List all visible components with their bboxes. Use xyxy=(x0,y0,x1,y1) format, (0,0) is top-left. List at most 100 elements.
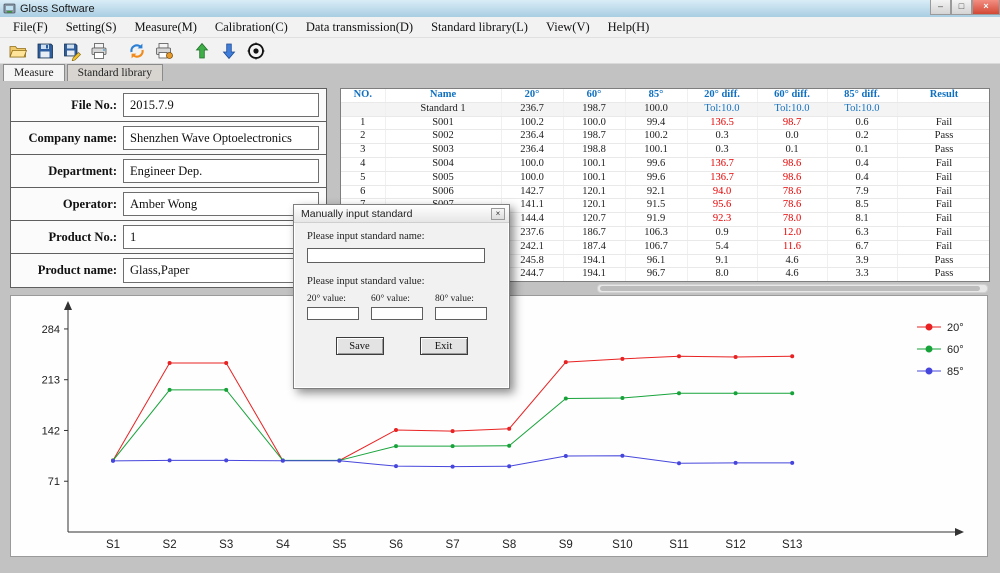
table-cell: 7.9 xyxy=(827,185,897,199)
tab-measure[interactable]: Measure xyxy=(3,64,65,81)
table-cell: 120.1 xyxy=(563,199,625,213)
table-row[interactable]: 6S006142.7120.192.194.078.67.9Fail xyxy=(341,185,990,199)
table-cell: 100.0 xyxy=(501,157,563,171)
table-cell: 78.6 xyxy=(757,199,827,213)
table-cell: 3.3 xyxy=(827,268,897,282)
form-value-field[interactable]: 2015.7.9 xyxy=(123,93,319,117)
menu-item-help[interactable]: Help(H) xyxy=(599,17,659,37)
tab-bar: MeasureStandard library xyxy=(0,64,1000,81)
standard-value-field-group: 60° value: xyxy=(371,294,423,320)
table-cell: 92.1 xyxy=(625,185,687,199)
form-field-label: Operator: xyxy=(11,188,123,220)
form-value-field[interactable]: Engineer Dep. xyxy=(123,159,319,183)
download-button[interactable] xyxy=(218,40,240,62)
menu-item-measure[interactable]: Measure(M) xyxy=(125,17,205,37)
open-file-button[interactable] xyxy=(7,40,29,62)
table-cell: 100.1 xyxy=(563,157,625,171)
table-cell: 96.1 xyxy=(625,254,687,268)
menu-bar: File(F)Setting(S)Measure(M)Calibration(C… xyxy=(0,17,1000,38)
table-cell: 100.2 xyxy=(501,116,563,130)
table-row[interactable]: 5S005100.0100.199.6136.798.60.4Fail xyxy=(341,171,990,185)
form-field-label: Product No.: xyxy=(11,221,123,253)
menu-item-file[interactable]: File(F) xyxy=(4,17,57,37)
table-row[interactable]: 4S004100.0100.199.6136.798.60.4Fail xyxy=(341,157,990,171)
table-cell: 4 xyxy=(341,157,385,171)
table-row[interactable]: 1S001100.2100.099.4136.598.70.6Fail xyxy=(341,116,990,130)
svg-text:213: 213 xyxy=(42,375,60,387)
close-button[interactable]: × xyxy=(972,0,1000,15)
table-row[interactable]: 3S003236.4198.8100.10.30.10.1Pass xyxy=(341,144,990,158)
table-cell: 120.1 xyxy=(563,185,625,199)
column-header: 85° xyxy=(625,89,687,102)
table-cell: 2 xyxy=(341,130,385,144)
table-cell: 4.6 xyxy=(757,268,827,282)
tab-standard-library[interactable]: Standard library xyxy=(67,64,163,81)
maximize-button[interactable]: □ xyxy=(951,0,972,15)
measure-info-panel: File No.:2015.7.9Company name:Shenzhen W… xyxy=(10,88,327,288)
menu-item-view[interactable]: View(V) xyxy=(537,17,599,37)
dialog-title-bar[interactable]: Manually input standard × xyxy=(294,205,509,223)
table-cell: Fail xyxy=(897,171,990,185)
table-cell: 0.0 xyxy=(757,130,827,144)
table-cell: 194.1 xyxy=(563,254,625,268)
table-cell: S004 xyxy=(385,157,501,171)
table-cell: 5.4 xyxy=(687,240,757,254)
standard-name-input[interactable] xyxy=(307,248,485,263)
table-cell: 187.4 xyxy=(563,240,625,254)
save-button[interactable] xyxy=(34,40,56,62)
table-cell: 141.1 xyxy=(501,199,563,213)
svg-text:S4: S4 xyxy=(276,539,291,551)
table-cell: 6 xyxy=(341,185,385,199)
exit-button[interactable]: Exit xyxy=(420,337,468,355)
menu-item-calibration[interactable]: Calibration(C) xyxy=(206,17,297,37)
table-cell: 245.8 xyxy=(501,254,563,268)
table-cell: 99.6 xyxy=(625,157,687,171)
table-cell: 95.6 xyxy=(687,199,757,213)
sync-button[interactable] xyxy=(126,40,148,62)
table-horizontal-scrollbar[interactable] xyxy=(597,284,988,293)
form-value-field[interactable]: Shenzhen Wave Optoelectronics xyxy=(123,126,319,150)
standard-row[interactable]: Standard 1236.7198.7100.0Tol:10.0Tol:10.… xyxy=(341,102,990,116)
menu-item-setting[interactable]: Setting(S) xyxy=(57,17,126,37)
table-cell: Fail xyxy=(897,240,990,254)
print-settings-button[interactable] xyxy=(153,40,175,62)
form-field-label: Product name: xyxy=(11,254,123,287)
table-cell: 98.6 xyxy=(757,157,827,171)
table-cell: Tol:10.0 xyxy=(687,102,757,116)
form-value-field[interactable]: 1 xyxy=(123,225,319,249)
table-cell: 136.5 xyxy=(687,116,757,130)
standard-value-field-group: 20° value: xyxy=(307,294,359,320)
column-header: 60° xyxy=(563,89,625,102)
upload-button[interactable] xyxy=(191,40,213,62)
menu-item-data-transmission[interactable]: Data transmission(D) xyxy=(297,17,422,37)
standard-value-input[interactable] xyxy=(435,307,487,320)
app-window: Gloss Software – □ × File(F)Setting(S)Me… xyxy=(0,0,1000,573)
svg-text:85°: 85° xyxy=(947,366,964,378)
table-cell: S005 xyxy=(385,171,501,185)
table-cell: 237.6 xyxy=(501,226,563,240)
export-button[interactable] xyxy=(61,40,83,62)
column-header: Result xyxy=(897,89,990,102)
standard-value-input[interactable] xyxy=(307,307,359,320)
table-row[interactable]: 2S002236.4198.7100.20.30.00.2Pass xyxy=(341,130,990,144)
minimize-button[interactable]: – xyxy=(930,0,951,15)
svg-text:S10: S10 xyxy=(612,539,632,551)
standard-value-field-group: 80° value: xyxy=(435,294,487,320)
table-cell: Pass xyxy=(897,144,990,158)
standard-value-input[interactable] xyxy=(371,307,423,320)
form-value-field[interactable]: Glass,Paper xyxy=(123,258,319,283)
table-cell xyxy=(897,102,990,116)
dialog-close-button[interactable]: × xyxy=(491,208,505,220)
form-value-field[interactable]: Amber Wong xyxy=(123,192,319,216)
table-cell: 4.6 xyxy=(757,254,827,268)
menu-item-standard-library[interactable]: Standard library(L) xyxy=(422,17,537,37)
table-cell: 98.6 xyxy=(757,171,827,185)
title-bar[interactable]: Gloss Software – □ × xyxy=(0,0,1000,18)
table-cell: Fail xyxy=(897,157,990,171)
scrollbar-thumb[interactable] xyxy=(600,286,980,291)
print-button[interactable] xyxy=(88,40,110,62)
manual-input-standard-dialog: Manually input standard × Please input s… xyxy=(293,204,510,389)
table-cell: Fail xyxy=(897,116,990,130)
measure-target-button[interactable] xyxy=(245,40,267,62)
save-button[interactable]: Save xyxy=(336,337,384,355)
